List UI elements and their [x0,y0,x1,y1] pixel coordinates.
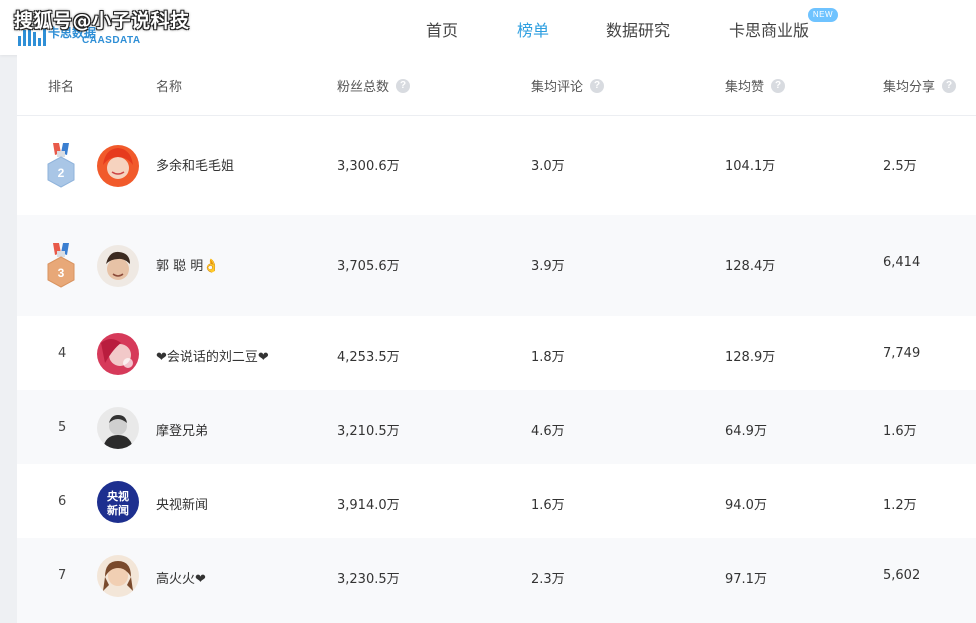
avatar-text-line1: 央视 [107,489,129,503]
avg-likes: 104.1万 [725,159,776,174]
cctv-news-avatar[interactable]: 央视 新闻 [97,481,139,523]
nav-home[interactable]: 首页 [426,17,458,41]
avatar[interactable] [97,407,139,449]
avg-comments: 3.0万 [531,159,565,174]
header-shares[interactable]: 集均分享? [883,76,957,95]
header-rank-label: 排名 [48,80,75,95]
fans-count: 3,914.0万 [337,498,400,513]
rank-number: 6 [58,494,67,509]
header-likes[interactable]: 集均赞? [725,76,786,95]
rank-number: 7 [58,568,67,583]
bronze-medal-icon: 3 [47,243,75,288]
avg-likes: 97.1万 [725,572,767,587]
ranking-table: 排名 名称 粉丝总数? 集均评论? 集均赞? 集均分享? 2 多余和毛毛姐 3,… [17,55,976,623]
header-name-label: 名称 [156,80,183,95]
fans-count: 3,210.5万 [337,424,400,439]
top-nav-bar: 卡思数据 CAASDATA 搜狐号@小子说科技 首页 榜单 数据研究 卡思商业版… [0,0,976,55]
avatar[interactable] [97,555,139,597]
avg-shares: 6,414 [883,255,921,270]
header-likes-label: 集均赞 [725,80,765,95]
medal-rank: 2 [58,166,65,180]
new-badge: NEW [808,8,838,22]
header-rank: 排名 [48,76,74,95]
avg-shares: 1.6万 [883,424,917,439]
nav-ranking[interactable]: 榜单 [517,17,549,41]
avg-comments: 2.3万 [531,572,565,587]
nav-research[interactable]: 数据研究 [606,17,670,41]
avg-likes: 94.0万 [725,498,767,513]
creator-name[interactable]: 高火火❤ [156,568,206,587]
help-icon[interactable]: ? [590,78,605,93]
watermark: 搜狐号@小子说科技 [14,10,190,32]
avg-shares: 2.5万 [883,159,917,174]
header-shares-label: 集均分享 [883,80,936,95]
avg-shares: 1.2万 [883,498,917,513]
creator-name[interactable]: 郭 聪 明👌 [156,255,219,274]
help-icon[interactable]: ? [396,78,411,93]
avatar[interactable] [97,333,139,375]
avg-comments: 1.8万 [531,350,565,365]
logo-text-en: CAASDATA [82,35,141,46]
avg-comments: 1.6万 [531,498,565,513]
header-name: 名称 [156,76,182,95]
fans-count: 3,300.6万 [337,159,400,174]
rank-number: 4 [58,346,67,361]
avatar[interactable] [97,245,139,287]
fans-count: 3,705.6万 [337,259,400,274]
fans-count: 3,230.5万 [337,572,400,587]
header-fans[interactable]: 粉丝总数? [337,76,411,95]
table-row[interactable]: 2 多余和毛毛姐 3,300.6万 3.0万 104.1万 2.5万 [17,115,976,215]
avg-comments: 3.9万 [531,259,565,274]
header-fans-label: 粉丝总数 [337,80,390,95]
header-comments[interactable]: 集均评论? [531,76,605,95]
avatar[interactable] [97,145,139,187]
creator-name[interactable]: 央视新闻 [156,494,208,513]
header-comments-label: 集均评论 [531,80,584,95]
avg-shares: 7,749 [883,346,921,361]
table-row[interactable]: 3 郭 聪 明👌 3,705.6万 3.9万 128.4万 6,414 [17,215,976,316]
silver-medal-icon: 2 [47,143,75,188]
table-row[interactable]: 6 央视 新闻 央视新闻 3,914.0万 1.6万 94.0万 1.2万 [17,464,976,538]
help-icon[interactable]: ? [942,78,957,93]
avg-comments: 4.6万 [531,424,565,439]
creator-name[interactable]: 摩登兄弟 [156,420,208,439]
medal-rank: 3 [58,266,65,280]
help-icon[interactable]: ? [771,78,786,93]
table-row[interactable]: 5 摩登兄弟 3,210.5万 4.6万 64.9万 1.6万 [17,390,976,464]
avg-likes: 128.4万 [725,259,776,274]
avg-shares: 5,602 [883,568,921,583]
table-header: 排名 名称 粉丝总数? 集均评论? 集均赞? 集均分享? [17,55,976,116]
creator-name[interactable]: ❤会说话的刘二豆❤ [156,346,269,365]
nav-business[interactable]: 卡思商业版 [729,17,809,41]
rank-number: 5 [58,420,67,435]
table-row[interactable]: 4 ❤会说话的刘二豆❤ 4,253.5万 1.8万 128.9万 7,749 [17,316,976,390]
table-row[interactable]: 7 高火火❤ 3,230.5万 2.3万 97.1万 5,602 [17,538,976,623]
avg-likes: 128.9万 [725,350,776,365]
avg-likes: 64.9万 [725,424,767,439]
avatar-text-line2: 新闻 [107,503,129,517]
creator-name[interactable]: 多余和毛毛姐 [156,155,234,174]
fans-count: 4,253.5万 [337,350,400,365]
